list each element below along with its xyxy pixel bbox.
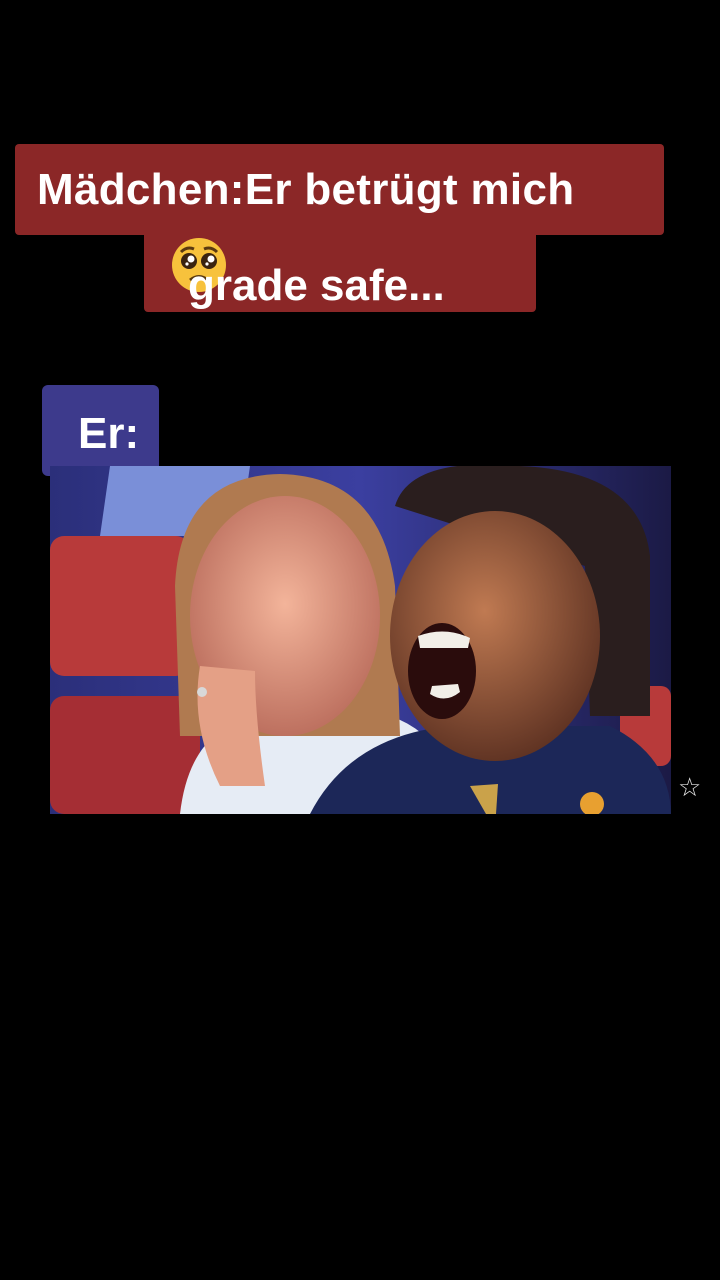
crowd-reaction-image [50, 466, 671, 814]
caption-line-1-text: Mädchen:Er betrügt mich [37, 165, 575, 214]
caption-line-2: grade safe... [144, 232, 536, 312]
star-icon: ☆ [678, 772, 702, 802]
caption-line-2-text: grade safe... [188, 261, 445, 310]
caption-line-1: Mädchen:Er betrügt mich [15, 144, 664, 235]
speaker-label-text: Er: [78, 409, 140, 458]
reaction-photo [50, 466, 671, 814]
speaker-label: Er: [42, 385, 159, 476]
